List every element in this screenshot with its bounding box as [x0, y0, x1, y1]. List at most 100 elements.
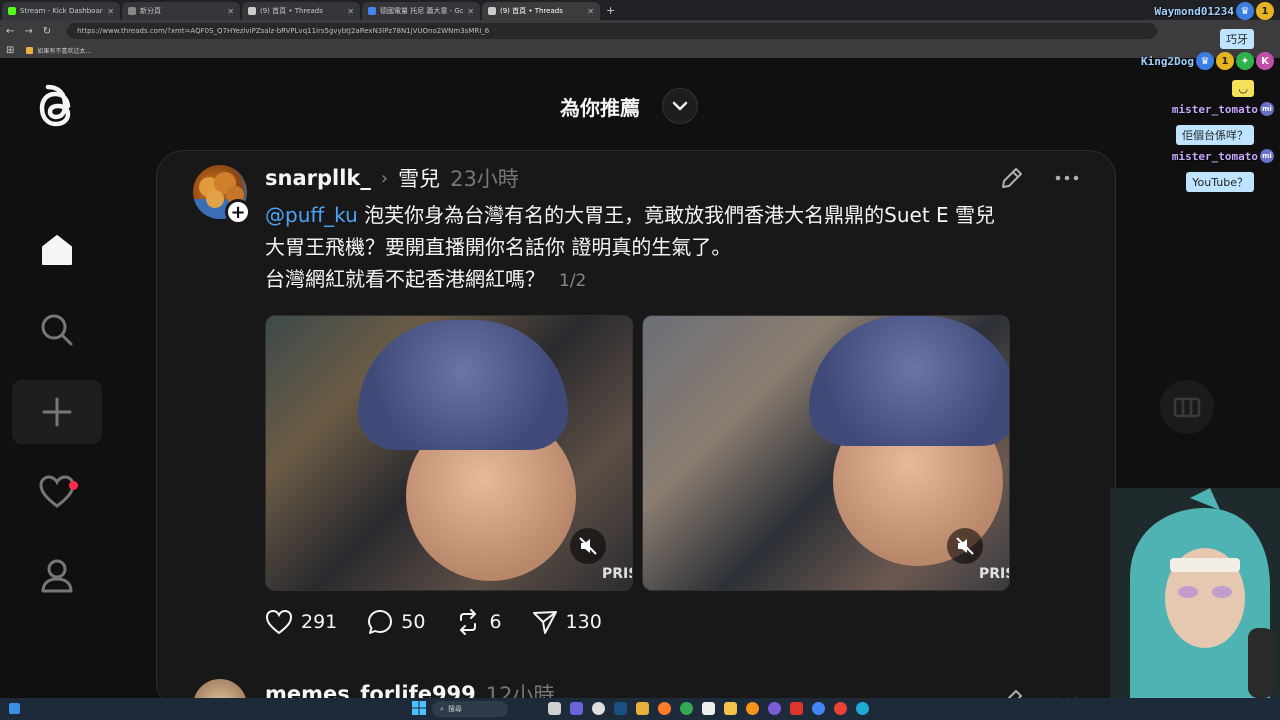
browser-tab-kick[interactable]: Stream - Kick Dashboard ✕	[2, 2, 120, 20]
subscriber-badge-icon: mi	[1260, 102, 1274, 116]
heart-icon	[39, 475, 75, 508]
file-explorer-icon[interactable]	[636, 702, 649, 715]
streamer-camera-image	[1110, 488, 1280, 698]
post-topic[interactable]: 雪兒	[398, 163, 440, 193]
capcut-icon[interactable]	[702, 702, 715, 715]
browser-tab-new[interactable]: 新分頁 ✕	[122, 2, 240, 20]
chat-message: 巧牙	[1220, 29, 1254, 49]
firefox-icon[interactable]	[658, 702, 671, 715]
rank-badge-icon: 1	[1256, 2, 1274, 20]
nav-home[interactable]	[12, 218, 102, 282]
post-body: @puff_ku 泡芙你身為台灣有名的大胃王，竟敢放我們香港大名鼎鼎的Suet …	[265, 199, 1085, 297]
tab-label: Stream - Kick Dashboard	[20, 7, 104, 15]
webcam-overlay	[1110, 488, 1280, 698]
search-label: 搜尋	[447, 705, 462, 713]
threads-page: 為你推薦 + snarpllk_ › 雪兒 23小時 @puff_ku 泡芙你身…	[0, 58, 1280, 713]
profile-icon	[41, 559, 73, 593]
edge-icon[interactable]	[856, 702, 869, 715]
chat-user-row: Waymond01234 ♛ 1	[1155, 2, 1274, 20]
columns-icon	[1173, 397, 1201, 418]
chat-app-icon[interactable]	[570, 702, 583, 715]
chat-user-row: King2Dog ♛ 1 ✦ K	[1141, 52, 1274, 70]
url-field[interactable]: https://www.threads.com/?xmt=AQF0S_Q7HYe…	[67, 23, 1158, 39]
forward-icon[interactable]: →	[24, 26, 32, 37]
browser-tab-bar: Stream - Kick Dashboard ✕ 新分頁 ✕ (9) 首頁 •…	[0, 0, 1280, 20]
close-tab-icon[interactable]: ✕	[227, 7, 234, 16]
back-icon[interactable]: ←	[6, 26, 14, 37]
tab-label: (9) 首頁 • Threads	[260, 7, 323, 15]
post-video-1[interactable]: PRIS	[265, 315, 633, 591]
post-header: snarpllk_ › 雪兒 23小時	[265, 163, 519, 193]
nav-profile[interactable]	[12, 544, 102, 608]
emote-icon: ◡	[1232, 80, 1254, 97]
folder-icon[interactable]	[724, 702, 737, 715]
like-button[interactable]: 291	[265, 609, 337, 635]
repost-count: 6	[489, 611, 502, 633]
reload-icon[interactable]: ↻	[43, 26, 51, 37]
windows-start-icon[interactable]	[412, 701, 426, 715]
mute-button[interactable]	[570, 528, 606, 564]
nav-activity[interactable]	[12, 460, 102, 524]
close-tab-icon[interactable]: ✕	[467, 7, 474, 16]
threads-icon	[488, 7, 496, 15]
bookmark-item[interactable]: 如果有不喜欢过太...	[26, 46, 91, 55]
pencil-icon[interactable]	[999, 165, 1025, 191]
task-view-icon[interactable]	[548, 702, 561, 715]
stream-chat-overlay: Waymond01234 ♛ 1 巧牙 King2Dog ♛ 1 ✦ K ◡ m…	[1120, 0, 1280, 200]
apps-icon[interactable]: ⊞	[6, 45, 14, 56]
tab-label: (9) 首頁 • Threads	[500, 7, 563, 15]
tab-label: 新分頁	[140, 7, 161, 15]
post-actions: 291 50 6 130	[265, 609, 602, 635]
steam-icon[interactable]	[614, 702, 627, 715]
windows-taskbar: ⌕ 搜尋	[0, 698, 1280, 720]
feed-selector-button[interactable]	[662, 88, 698, 124]
follow-plus-button[interactable]: +	[225, 199, 251, 225]
repost-button[interactable]: 6	[455, 609, 502, 635]
close-tab-icon[interactable]: ✕	[347, 7, 354, 16]
chrome-icon[interactable]	[812, 702, 825, 715]
threads-icon	[248, 7, 256, 15]
widgets-icon[interactable]	[8, 702, 21, 715]
nav-create[interactable]	[12, 380, 102, 444]
close-tab-icon[interactable]: ✕	[587, 7, 594, 16]
heart-icon	[265, 609, 293, 635]
bookmark-icon	[26, 46, 34, 54]
browser-tab-threads-1[interactable]: (9) 首頁 • Threads ✕	[242, 2, 360, 20]
chrome-icon[interactable]	[680, 702, 693, 715]
post-time: 23小時	[450, 167, 519, 191]
star-badge-icon: ✦	[1236, 52, 1254, 70]
mute-button[interactable]	[947, 528, 983, 564]
kick-icon	[8, 7, 16, 15]
tab-label: 德國電量 托尼 蕭大童 - Google	[380, 7, 464, 15]
close-tab-icon[interactable]: ✕	[107, 7, 114, 16]
chat-username: mister_tomato	[1171, 102, 1258, 116]
more-options-icon[interactable]	[1053, 165, 1081, 191]
record-icon[interactable]	[790, 702, 803, 715]
like-count: 291	[301, 611, 338, 633]
add-column-button[interactable]	[1160, 380, 1214, 434]
obs-icon[interactable]	[592, 702, 605, 715]
share-button[interactable]: 130	[532, 609, 602, 635]
post-video-2[interactable]: PRIS	[642, 315, 1010, 591]
browser-tab-threads-2[interactable]: (9) 首頁 • Threads ✕	[482, 2, 600, 20]
chat-user-row: mister_tomato mi	[1172, 149, 1274, 163]
bookmark-label: 如果有不喜欢过太...	[37, 47, 92, 55]
send-icon	[532, 611, 557, 634]
rank-badge-icon: 1	[1216, 52, 1234, 70]
feed-title: 為你推薦	[560, 95, 640, 120]
post-username[interactable]: snarpllk_	[265, 166, 371, 190]
threads-logo-icon[interactable]	[32, 80, 80, 138]
mention-link[interactable]: @puff_ku	[265, 203, 358, 227]
chat-username: mister_tomato	[1171, 149, 1258, 163]
reply-button[interactable]: 50	[367, 609, 425, 635]
bitcoin-icon[interactable]	[746, 702, 759, 715]
repost-icon	[460, 609, 477, 635]
nav-search[interactable]	[12, 298, 102, 362]
app-icon[interactable]	[768, 702, 781, 715]
taskbar-search[interactable]: ⌕ 搜尋	[432, 701, 508, 717]
browser-tab-google[interactable]: 德國電量 托尼 蕭大童 - Google ✕	[362, 2, 480, 20]
subscriber-badge-icon: mi	[1260, 149, 1274, 163]
new-tab-button[interactable]: +	[606, 4, 615, 17]
chrome-icon[interactable]	[834, 702, 847, 715]
chevron-down-icon	[672, 101, 688, 111]
